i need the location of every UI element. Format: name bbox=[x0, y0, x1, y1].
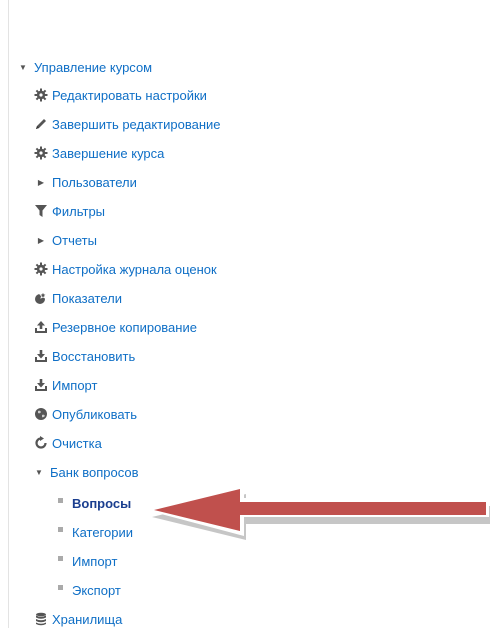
refresh-icon bbox=[34, 436, 48, 450]
upload-tray-icon bbox=[34, 320, 48, 334]
database-icon bbox=[34, 612, 48, 626]
menu-item-label: Импорт bbox=[52, 377, 98, 393]
menu-item-label: Категории bbox=[72, 524, 133, 540]
menu-item-label: Импорт bbox=[72, 553, 118, 569]
divider-line bbox=[8, 0, 9, 628]
download-tray-icon bbox=[34, 378, 48, 392]
menu-item-label: Пользователи bbox=[52, 174, 137, 190]
menu-item-edit-settings[interactable]: Редактировать настройки bbox=[34, 84, 207, 106]
menu-item-import[interactable]: Импорт bbox=[34, 374, 97, 396]
globe-icon bbox=[34, 407, 48, 421]
menu-item-label: Восстановить bbox=[52, 348, 136, 364]
bullet-icon bbox=[58, 584, 63, 590]
menu-item-restore[interactable]: Восстановить bbox=[34, 345, 135, 367]
expanded-arrow-icon: ▼ bbox=[35, 467, 43, 477]
expanded-arrow-icon: ▼ bbox=[19, 62, 27, 72]
menu-item-label: Завершить редактирование bbox=[52, 116, 221, 132]
menu-item-reset[interactable]: Очистка bbox=[34, 432, 102, 454]
tree-node-question-bank[interactable]: ▼ Банк вопросов bbox=[34, 461, 139, 483]
tree-node-reports[interactable]: ▶ Отчеты bbox=[36, 229, 97, 251]
menu-item-publish[interactable]: Опубликовать bbox=[34, 403, 137, 425]
menu-item-label: Показатели bbox=[52, 290, 122, 306]
menu-item-repositories[interactable]: Хранилища bbox=[34, 608, 122, 630]
collapsed-arrow-icon: ▶ bbox=[37, 177, 45, 187]
menu-item-finish-editing[interactable]: Завершить редактирование bbox=[34, 113, 221, 135]
gear-icon bbox=[34, 88, 48, 102]
badge-icon bbox=[34, 291, 48, 305]
menu-item-filters[interactable]: Фильтры bbox=[34, 200, 105, 222]
menu-item-categories[interactable]: Категории bbox=[56, 521, 133, 543]
menu-item-label: Редактировать настройки bbox=[52, 87, 207, 103]
gear-icon bbox=[34, 262, 48, 276]
bullet-icon bbox=[58, 555, 63, 561]
download-tray-icon bbox=[34, 349, 48, 363]
menu-item-label: Настройка журнала оценок bbox=[52, 261, 217, 277]
gear-icon bbox=[34, 146, 48, 160]
bullet-icon bbox=[58, 497, 63, 503]
menu-item-label: Вопросы bbox=[72, 495, 132, 511]
menu-item-label: Экспорт bbox=[72, 582, 121, 598]
menu-item-questions[interactable]: Вопросы bbox=[56, 492, 131, 514]
menu-item-gradebook-setup[interactable]: Настройка журнала оценок bbox=[34, 258, 217, 280]
menu-item-label: Хранилища bbox=[52, 611, 123, 627]
page: ▼ Управление курсом Редактировать настро… bbox=[0, 0, 491, 628]
menu-item-badges[interactable]: Показатели bbox=[34, 287, 122, 309]
menu-item-backup[interactable]: Резервное копирование bbox=[34, 316, 197, 338]
tree-node-course-admin[interactable]: ▼ Управление курсом bbox=[18, 56, 152, 78]
bullet-icon bbox=[58, 526, 63, 532]
menu-item-label: Фильтры bbox=[52, 203, 106, 219]
menu-item-label: Отчеты bbox=[52, 232, 97, 248]
menu-item-course-completion[interactable]: Завершение курса bbox=[34, 142, 164, 164]
question-bank-label: Банк вопросов bbox=[50, 464, 139, 480]
menu-item-question-export[interactable]: Экспорт bbox=[56, 579, 121, 601]
menu-item-label: Завершение курса bbox=[52, 145, 165, 161]
menu-item-label: Опубликовать bbox=[52, 406, 138, 422]
pencil-icon bbox=[34, 117, 48, 131]
tree-node-users[interactable]: ▶ Пользователи bbox=[36, 171, 137, 193]
menu-item-question-import[interactable]: Импорт bbox=[56, 550, 117, 572]
menu-item-label: Резервное копирование bbox=[52, 319, 197, 335]
course-admin-label: Управление курсом bbox=[34, 59, 153, 75]
menu-item-label: Очистка bbox=[52, 435, 102, 451]
filter-icon bbox=[34, 204, 48, 218]
collapsed-arrow-icon: ▶ bbox=[37, 235, 45, 245]
